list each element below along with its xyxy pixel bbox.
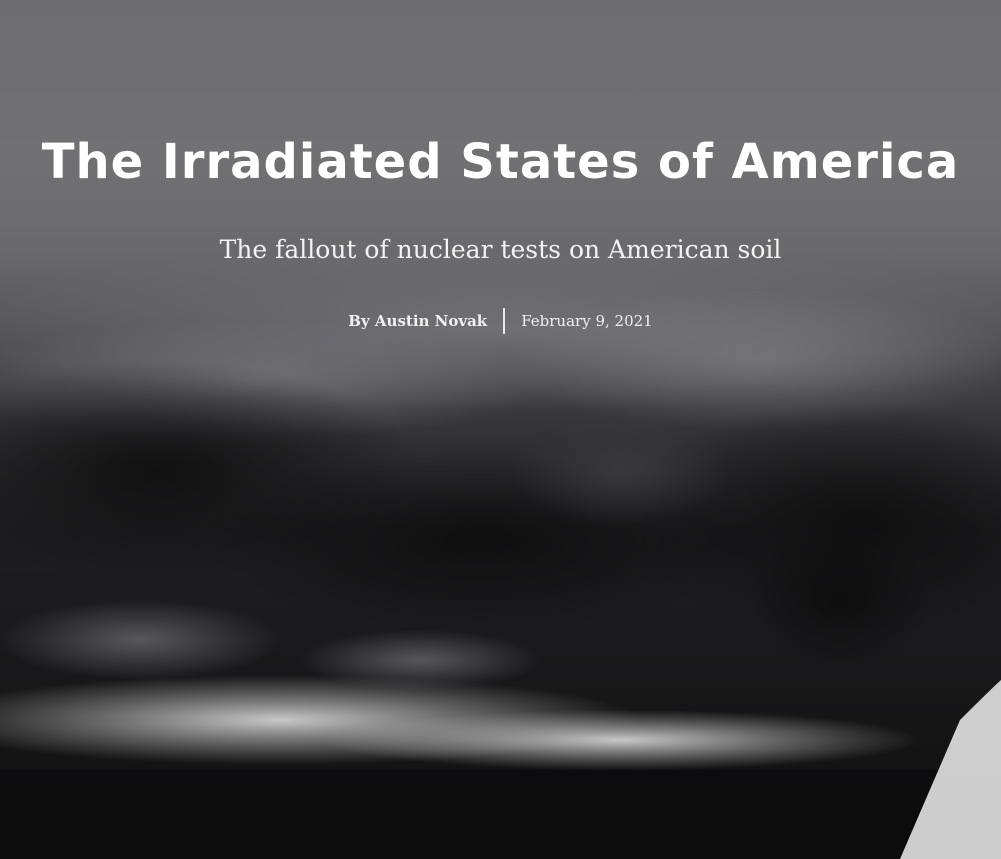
article-subtitle: The fallout of nuclear tests on American… <box>219 235 782 264</box>
article-hero: The Irradiated States of America The fal… <box>0 0 1001 859</box>
publish-date: February 9, 2021 <box>521 312 653 330</box>
article-title: The Irradiated States of America <box>41 134 960 190</box>
author-byline[interactable]: By Austin Novak <box>348 312 503 330</box>
byline-row: By Austin Novak February 9, 2021 <box>0 308 1001 334</box>
